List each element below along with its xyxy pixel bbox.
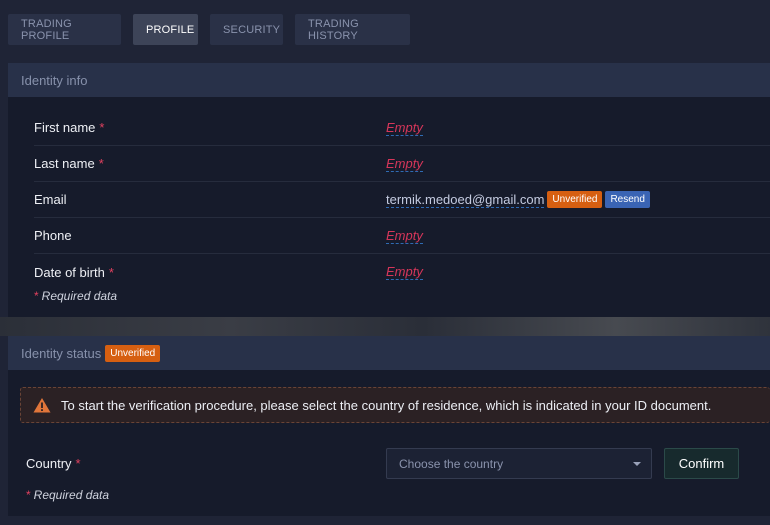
required-marker: * <box>34 289 39 303</box>
email-row: Email termik.medoed@gmail.com Unverified… <box>34 182 770 218</box>
first-name-value[interactable]: Empty <box>386 120 423 136</box>
country-label-text: Country <box>26 456 72 471</box>
phone-value[interactable]: Empty <box>386 228 423 244</box>
identity-status-title: Identity status <box>21 345 102 361</box>
email-label: Email <box>34 192 386 207</box>
verification-alert: To start the verification procedure, ple… <box>20 387 770 423</box>
identity-status-badge: Unverified <box>105 344 161 362</box>
last-name-label: Last name * <box>34 156 386 171</box>
warning-icon <box>33 398 51 413</box>
country-select-placeholder: Choose the country <box>399 456 504 471</box>
first-name-row: First name * Empty <box>34 110 770 146</box>
resend-button[interactable]: Resend <box>605 191 650 208</box>
required-data-text: Required data <box>41 289 118 303</box>
identity-info-title: Identity info <box>21 72 88 88</box>
confirm-button[interactable]: Confirm <box>664 448 739 479</box>
phone-label-text: Phone <box>34 228 72 243</box>
identity-status-header: Identity status Unverified <box>8 336 770 370</box>
last-name-row: Last name * Empty <box>34 146 770 182</box>
tab-profile[interactable]: PROFILE <box>133 14 198 45</box>
email-label-text: Email <box>34 192 67 207</box>
country-label: Country * <box>26 456 386 471</box>
date-of-birth-value[interactable]: Empty <box>386 264 423 280</box>
date-of-birth-label: Date of birth * <box>34 265 386 280</box>
profile-tabs: TRADING PROFILE PROFILE SECURITY TRADING… <box>8 14 410 45</box>
first-name-label-text: First name <box>34 120 96 135</box>
email-unverified-badge: Unverified <box>547 191 603 208</box>
tab-security[interactable]: SECURITY <box>210 14 283 45</box>
last-name-value[interactable]: Empty <box>386 156 423 172</box>
email-value: termik.medoed@gmail.com <box>386 191 545 208</box>
country-select[interactable]: Choose the country <box>386 448 652 479</box>
last-name-label-text: Last name <box>34 156 95 171</box>
identity-info-panel: First name * Empty Last name * Empty Email… <box>8 97 770 317</box>
required-marker: * <box>75 456 81 471</box>
tab-trading-history[interactable]: TRADING HISTORY <box>295 14 410 45</box>
chevron-down-icon <box>633 462 641 466</box>
required-data-note: * Required data <box>34 289 117 303</box>
date-of-birth-label-text: Date of birth <box>34 264 105 280</box>
date-of-birth-row: Date of birth * Empty <box>34 254 770 290</box>
phone-label: Phone <box>34 228 386 243</box>
required-data-text: Required data <box>33 488 110 502</box>
verification-alert-text: To start the verification procedure, ple… <box>61 397 712 413</box>
country-required-data-note: * Required data <box>26 488 109 502</box>
first-name-label: First name * <box>34 120 386 135</box>
country-row: Country * Choose the country Confirm <box>26 448 770 479</box>
required-marker: * <box>26 488 31 502</box>
required-marker: * <box>99 120 105 135</box>
background-stripe <box>0 317 770 336</box>
identity-info-header: Identity info <box>8 63 770 97</box>
required-marker: * <box>108 264 114 280</box>
phone-row: Phone Empty <box>34 218 770 254</box>
required-marker: * <box>98 156 104 171</box>
tab-trading-profile[interactable]: TRADING PROFILE <box>8 14 121 45</box>
